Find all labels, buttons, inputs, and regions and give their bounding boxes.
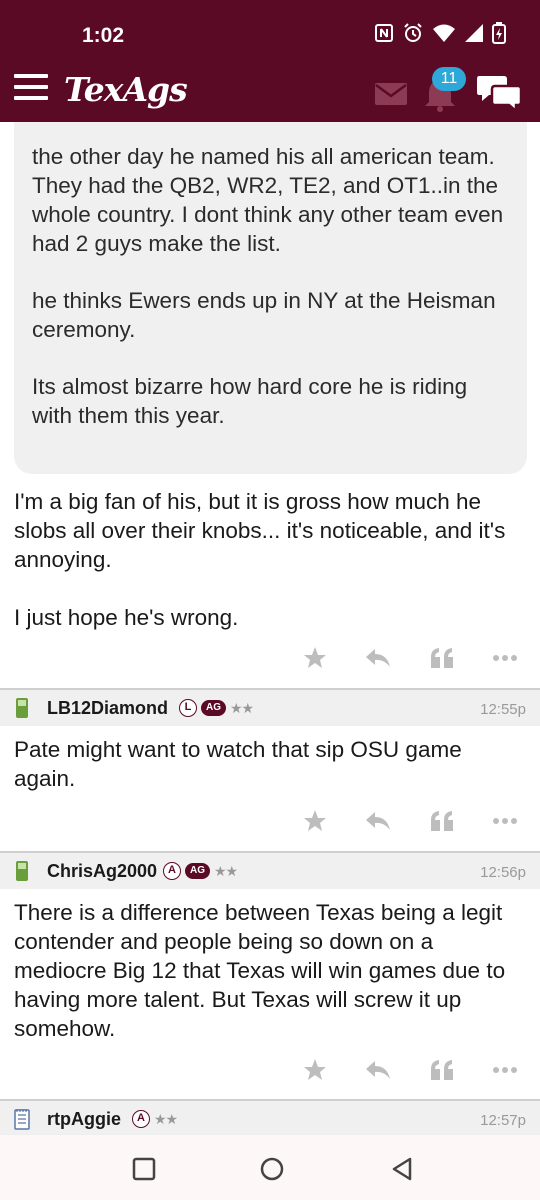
notification-badge: 11 bbox=[432, 67, 466, 91]
reply-icon[interactable] bbox=[363, 808, 393, 834]
ag-badge: AG bbox=[185, 863, 210, 879]
nfc-icon bbox=[375, 24, 393, 42]
alarm-icon bbox=[404, 23, 422, 42]
post-time: 12:57p bbox=[480, 1112, 526, 1129]
phone-icon bbox=[16, 698, 28, 718]
quote-icon[interactable] bbox=[427, 1057, 457, 1083]
phone-icon bbox=[16, 861, 28, 881]
user-badges: A ★★ bbox=[132, 1110, 178, 1128]
quote-paragraph: Its almost bizarre how hard core he is r… bbox=[32, 374, 468, 428]
home-icon[interactable] bbox=[258, 1155, 286, 1183]
post-body: I'm a big fan of his, but it is gross ho… bbox=[14, 487, 529, 632]
star-rating: ★★ bbox=[154, 1110, 178, 1127]
post-paragraph: I'm a big fan of his, but it is gross ho… bbox=[14, 489, 506, 572]
post-time: 12:56p bbox=[480, 864, 526, 881]
star-icon[interactable] bbox=[300, 645, 330, 671]
recents-icon[interactable] bbox=[130, 1155, 158, 1183]
post-body: Pate might want to watch that sip OSU ga… bbox=[14, 735, 529, 793]
quote-icon[interactable] bbox=[427, 808, 457, 834]
level-badge: A bbox=[132, 1110, 150, 1128]
username[interactable]: ChrisAg2000 bbox=[47, 861, 157, 882]
quoted-text: the other day he named his all american … bbox=[14, 122, 527, 474]
level-badge: L bbox=[179, 699, 197, 717]
post-header: rtpAggie A ★★ 12:57p bbox=[0, 1099, 540, 1137]
quote-paragraph: he thinks Ewers ends up in NY at the Hei… bbox=[32, 288, 496, 342]
app-logo[interactable]: TexAgs bbox=[64, 70, 188, 109]
reply-icon[interactable] bbox=[363, 1057, 393, 1083]
status-bar: 1:02 bbox=[0, 0, 540, 64]
post-actions bbox=[300, 643, 520, 673]
post-paragraph: I just hope he's wrong. bbox=[14, 605, 239, 630]
post-paragraph: Pate might want to watch that sip OSU ga… bbox=[14, 737, 462, 791]
quote-paragraph: the other day he named his all american … bbox=[32, 144, 504, 256]
app-bar: TexAgs 11 bbox=[0, 64, 540, 122]
system-nav-bar bbox=[0, 1134, 540, 1200]
battery-icon bbox=[492, 22, 506, 44]
post-time: 12:55p bbox=[480, 701, 526, 718]
mail-icon[interactable] bbox=[374, 82, 408, 106]
post-header: ChrisAg2000 A AG ★★ 12:56p bbox=[0, 851, 540, 889]
post-actions bbox=[300, 806, 520, 836]
more-icon[interactable] bbox=[490, 1057, 520, 1083]
user-badges: L AG ★★ bbox=[179, 699, 254, 717]
hamburger-icon[interactable] bbox=[14, 74, 48, 104]
level-badge: A bbox=[163, 862, 181, 880]
app-header: 1:02 TexAgs 11 bbox=[0, 0, 540, 122]
ag-badge: AG bbox=[201, 700, 226, 716]
status-icons bbox=[374, 22, 506, 44]
username[interactable]: LB12Diamond bbox=[47, 698, 168, 719]
reply-icon[interactable] bbox=[363, 645, 393, 671]
star-rating: ★★ bbox=[214, 862, 238, 879]
wifi-icon bbox=[433, 24, 455, 42]
star-icon[interactable] bbox=[300, 1057, 330, 1083]
post-body: There is a difference between Texas bein… bbox=[14, 898, 529, 1043]
post-actions bbox=[300, 1055, 520, 1085]
chat-icon[interactable] bbox=[476, 72, 522, 112]
status-time: 1:02 bbox=[82, 24, 125, 47]
signal-icon bbox=[465, 24, 483, 42]
notepad-icon bbox=[14, 1109, 30, 1130]
more-icon[interactable] bbox=[490, 645, 520, 671]
star-icon[interactable] bbox=[300, 808, 330, 834]
post-header: LB12Diamond L AG ★★ 12:55p bbox=[0, 688, 540, 726]
quote-icon[interactable] bbox=[427, 645, 457, 671]
user-badges: A AG ★★ bbox=[163, 862, 238, 880]
star-rating: ★★ bbox=[230, 699, 254, 716]
post-paragraph: There is a difference between Texas bein… bbox=[14, 900, 506, 1041]
username[interactable]: rtpAggie bbox=[47, 1109, 121, 1130]
more-icon[interactable] bbox=[490, 808, 520, 834]
back-icon[interactable] bbox=[388, 1155, 416, 1183]
